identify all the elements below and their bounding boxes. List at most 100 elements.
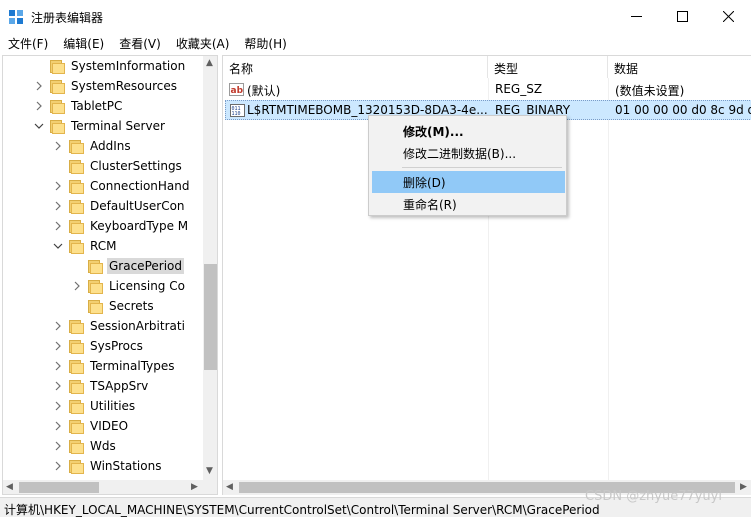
menu-separator	[402, 167, 562, 168]
value-row[interactable]: ab (默认) REG_SZ (数值未设置)	[225, 80, 751, 100]
tree-node-label: RCM	[90, 239, 117, 253]
ctx-rename[interactable]: 重命名(R)	[372, 193, 565, 215]
chevron-right-icon[interactable]	[52, 180, 64, 192]
tree-node-label: KeyboardType M	[90, 219, 189, 233]
registry-key-tree[interactable]: SystemInformation SystemResources TabletPC…	[2, 55, 218, 495]
tree-node[interactable]: GracePeriod	[71, 256, 184, 276]
menu-favorites[interactable]: 收藏夹(A)	[168, 33, 237, 53]
tree-horizontal-scrollbar[interactable]: ◀ ▶	[3, 480, 203, 494]
scroll-right-icon[interactable]: ▶	[191, 482, 198, 492]
folder-icon	[50, 59, 65, 74]
chevron-right-icon[interactable]	[52, 460, 64, 472]
menu-file[interactable]: 文件(F)	[0, 33, 55, 53]
scroll-down-icon[interactable]: ▼	[206, 466, 213, 476]
chevron-right-icon[interactable]	[52, 220, 64, 232]
tree-node[interactable]: TabletPC	[33, 96, 124, 116]
tree-node-label: VIDEO	[90, 419, 129, 433]
chevron-right-icon[interactable]	[71, 280, 83, 292]
close-button[interactable]	[705, 0, 751, 33]
menu-edit[interactable]: 编辑(E)	[55, 33, 111, 53]
tree-node-label: SysProcs	[90, 339, 143, 353]
ctx-modify[interactable]: 修改(M)...	[372, 120, 565, 142]
tree-node[interactable]: SysProcs	[52, 336, 145, 356]
folder-icon	[69, 239, 84, 254]
tree-node[interactable]: WinStations	[52, 456, 163, 476]
ctx-modify-binary[interactable]: 修改二进制数据(B)...	[372, 142, 565, 164]
tree-node-label: ConnectionHand	[90, 179, 190, 193]
regedit-app-icon	[9, 10, 23, 24]
string-value-icon: ab	[229, 83, 244, 96]
value-data: 01 00 00 00 d0 8c 9d df	[615, 103, 751, 117]
chevron-right-icon[interactable]	[52, 200, 64, 212]
tree-node[interactable]: SystemResources	[33, 76, 179, 96]
scroll-left-icon[interactable]: ◀	[226, 482, 233, 492]
minimize-button[interactable]	[613, 0, 659, 33]
scroll-right-icon[interactable]: ▶	[740, 482, 747, 492]
tree-node[interactable]: TSAppSrv	[52, 376, 150, 396]
watermark: CSDN @zhyue77yuyi	[585, 489, 722, 504]
folder-icon	[69, 379, 84, 394]
maximize-icon	[676, 11, 688, 22]
folder-icon	[69, 459, 84, 474]
close-icon	[722, 11, 734, 22]
folder-icon	[69, 199, 84, 214]
menu-help[interactable]: 帮助(H)	[236, 33, 293, 53]
column-header-name[interactable]: 名称	[223, 56, 488, 78]
tree-node[interactable]: RCM	[52, 236, 118, 256]
tree-node[interactable]: SessionArbitrati	[52, 316, 187, 336]
tree-hscroll-thumb[interactable]	[19, 482, 99, 493]
title-bar: 注册表编辑器	[0, 0, 751, 33]
maximize-button[interactable]	[659, 0, 705, 33]
folder-icon	[69, 339, 84, 354]
tree-node[interactable]: KeyboardType M	[52, 216, 190, 236]
chevron-right-icon[interactable]	[52, 340, 64, 352]
folder-icon	[69, 179, 84, 194]
tree-node[interactable]: SystemInformation	[33, 56, 187, 76]
ctx-delete[interactable]: 删除(D)	[372, 171, 565, 193]
window-title: 注册表编辑器	[31, 11, 104, 25]
menu-view[interactable]: 查看(V)	[111, 33, 168, 53]
tree-node[interactable]: Wds	[52, 436, 118, 456]
tree-node[interactable]: ConnectionHand	[52, 176, 192, 196]
chevron-right-icon[interactable]	[52, 360, 64, 372]
folder-icon	[69, 419, 84, 434]
chevron-right-icon[interactable]	[33, 80, 45, 92]
scroll-corner	[203, 480, 217, 494]
column-header-type[interactable]: 类型	[488, 56, 608, 78]
tree-node[interactable]: Licensing Co	[71, 276, 187, 296]
value-data: (数值未设置)	[615, 84, 685, 98]
tree-node[interactable]: AddIns	[52, 136, 133, 156]
tree-node[interactable]: ClusterSettings	[52, 156, 184, 176]
column-header-data[interactable]: 数据	[608, 56, 751, 78]
chevron-right-icon[interactable]	[52, 420, 64, 432]
tree-node-label: GracePeriod	[107, 258, 184, 274]
minimize-icon	[630, 16, 642, 17]
tree-node-label: DefaultUserCon	[90, 199, 185, 213]
chevron-right-icon[interactable]	[52, 140, 64, 152]
tree-node[interactable]: Secrets	[71, 296, 156, 316]
tree-node[interactable]: Utilities	[52, 396, 137, 416]
chevron-right-icon[interactable]	[52, 380, 64, 392]
folder-icon	[50, 99, 65, 114]
tree-node[interactable]: VIDEO	[52, 416, 130, 436]
tree-node[interactable]: DefaultUserCon	[52, 196, 187, 216]
tree-vertical-scrollbar[interactable]: ▲ ▼	[203, 56, 217, 480]
chevron-right-icon[interactable]	[33, 100, 45, 112]
chevron-right-icon[interactable]	[52, 440, 64, 452]
tree-vscroll-thumb[interactable]	[204, 264, 217, 370]
tree-node-label: TabletPC	[71, 99, 123, 113]
tree-node[interactable]: Terminal Server	[33, 116, 167, 136]
chevron-right-icon[interactable]	[52, 320, 64, 332]
tree-node-label: ClusterSettings	[90, 159, 182, 173]
folder-icon	[88, 279, 103, 294]
tree-node[interactable]: TerminalTypes	[52, 356, 177, 376]
chevron-down-icon[interactable]	[33, 120, 45, 132]
svg-text:110: 110	[232, 111, 241, 117]
folder-icon	[69, 319, 84, 334]
chevron-right-icon[interactable]	[52, 400, 64, 412]
folder-icon	[69, 139, 84, 154]
folder-icon	[50, 119, 65, 134]
scroll-left-icon[interactable]: ◀	[6, 482, 13, 492]
scroll-up-icon[interactable]: ▲	[206, 58, 213, 68]
chevron-down-icon[interactable]	[52, 240, 64, 252]
